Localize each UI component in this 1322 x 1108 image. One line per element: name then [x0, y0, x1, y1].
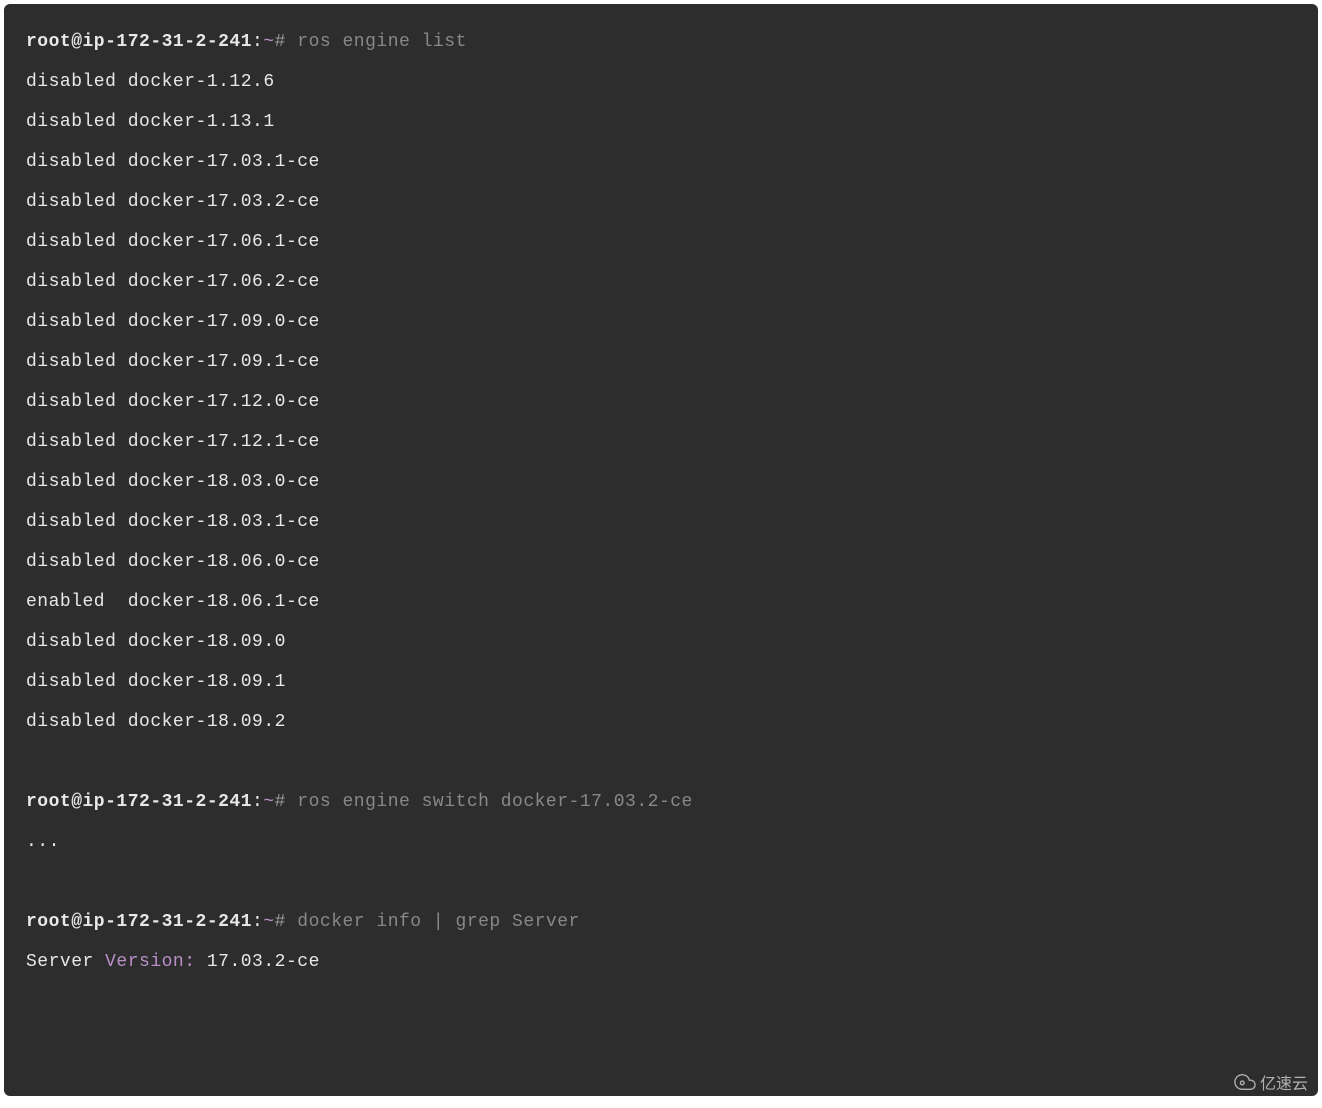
- engine-list-item: disabled docker-17.09.1-ce: [26, 342, 1296, 382]
- ellipsis-output: ...: [26, 822, 1296, 862]
- engine-list-item: disabled docker-17.12.0-ce: [26, 382, 1296, 422]
- prompt-hash: #: [275, 792, 286, 812]
- prompt-user-host: root@ip-172-31-2-241: [26, 912, 252, 932]
- engine-list-item: disabled docker-18.09.0: [26, 622, 1296, 662]
- command-text: docker info | grep Server: [286, 912, 580, 932]
- engine-list-item: disabled docker-18.03.0-ce: [26, 462, 1296, 502]
- prompt-colon: :: [252, 912, 263, 932]
- engine-list-item: disabled docker-17.12.1-ce: [26, 422, 1296, 462]
- blank-line: [26, 862, 1296, 902]
- version-keyword: Version:: [105, 952, 195, 972]
- command-text: ros engine switch docker-17.03.2-ce: [286, 792, 693, 812]
- prompt-line-3: root@ip-172-31-2-241:~# docker info | gr…: [26, 902, 1296, 942]
- prompt-user-host: root@ip-172-31-2-241: [26, 32, 252, 52]
- engine-list-item: disabled docker-18.03.1-ce: [26, 502, 1296, 542]
- engine-list-item: disabled docker-18.09.2: [26, 702, 1296, 742]
- prompt-line-1: root@ip-172-31-2-241:~# ros engine list: [26, 22, 1296, 62]
- engine-list-item: disabled docker-18.06.0-ce: [26, 542, 1296, 582]
- prompt-colon: :: [252, 792, 263, 812]
- blank-line: [26, 742, 1296, 782]
- prompt-user-host: root@ip-172-31-2-241: [26, 792, 252, 812]
- engine-list-item: disabled docker-1.13.1: [26, 102, 1296, 142]
- engine-list-item: enabled docker-18.06.1-ce: [26, 582, 1296, 622]
- watermark-text: 亿速云: [1260, 1070, 1308, 1094]
- engine-list-item: disabled docker-17.06.1-ce: [26, 222, 1296, 262]
- watermark: 亿速云: [1234, 1070, 1308, 1094]
- engine-list-item: disabled docker-17.06.2-ce: [26, 262, 1296, 302]
- engine-list-item: disabled docker-17.09.0-ce: [26, 302, 1296, 342]
- prompt-line-2: root@ip-172-31-2-241:~# ros engine switc…: [26, 782, 1296, 822]
- engine-list-item: disabled docker-18.09.1: [26, 662, 1296, 702]
- server-prefix: Server: [26, 952, 105, 972]
- cloud-icon: [1234, 1071, 1256, 1093]
- engine-list-item: disabled docker-17.03.1-ce: [26, 142, 1296, 182]
- prompt-tilde: ~: [263, 792, 274, 812]
- prompt-tilde: ~: [263, 912, 274, 932]
- version-value: 17.03.2-ce: [196, 952, 320, 972]
- engine-list-item: disabled docker-17.03.2-ce: [26, 182, 1296, 222]
- server-version-line: Server Version: 17.03.2-ce: [26, 942, 1296, 982]
- terminal-window[interactable]: root@ip-172-31-2-241:~# ros engine list …: [4, 4, 1318, 1096]
- prompt-hash: #: [275, 32, 286, 52]
- prompt-hash: #: [275, 912, 286, 932]
- prompt-tilde: ~: [263, 32, 274, 52]
- command-text: ros engine list: [286, 32, 467, 52]
- prompt-colon: :: [252, 32, 263, 52]
- engine-list-item: disabled docker-1.12.6: [26, 62, 1296, 102]
